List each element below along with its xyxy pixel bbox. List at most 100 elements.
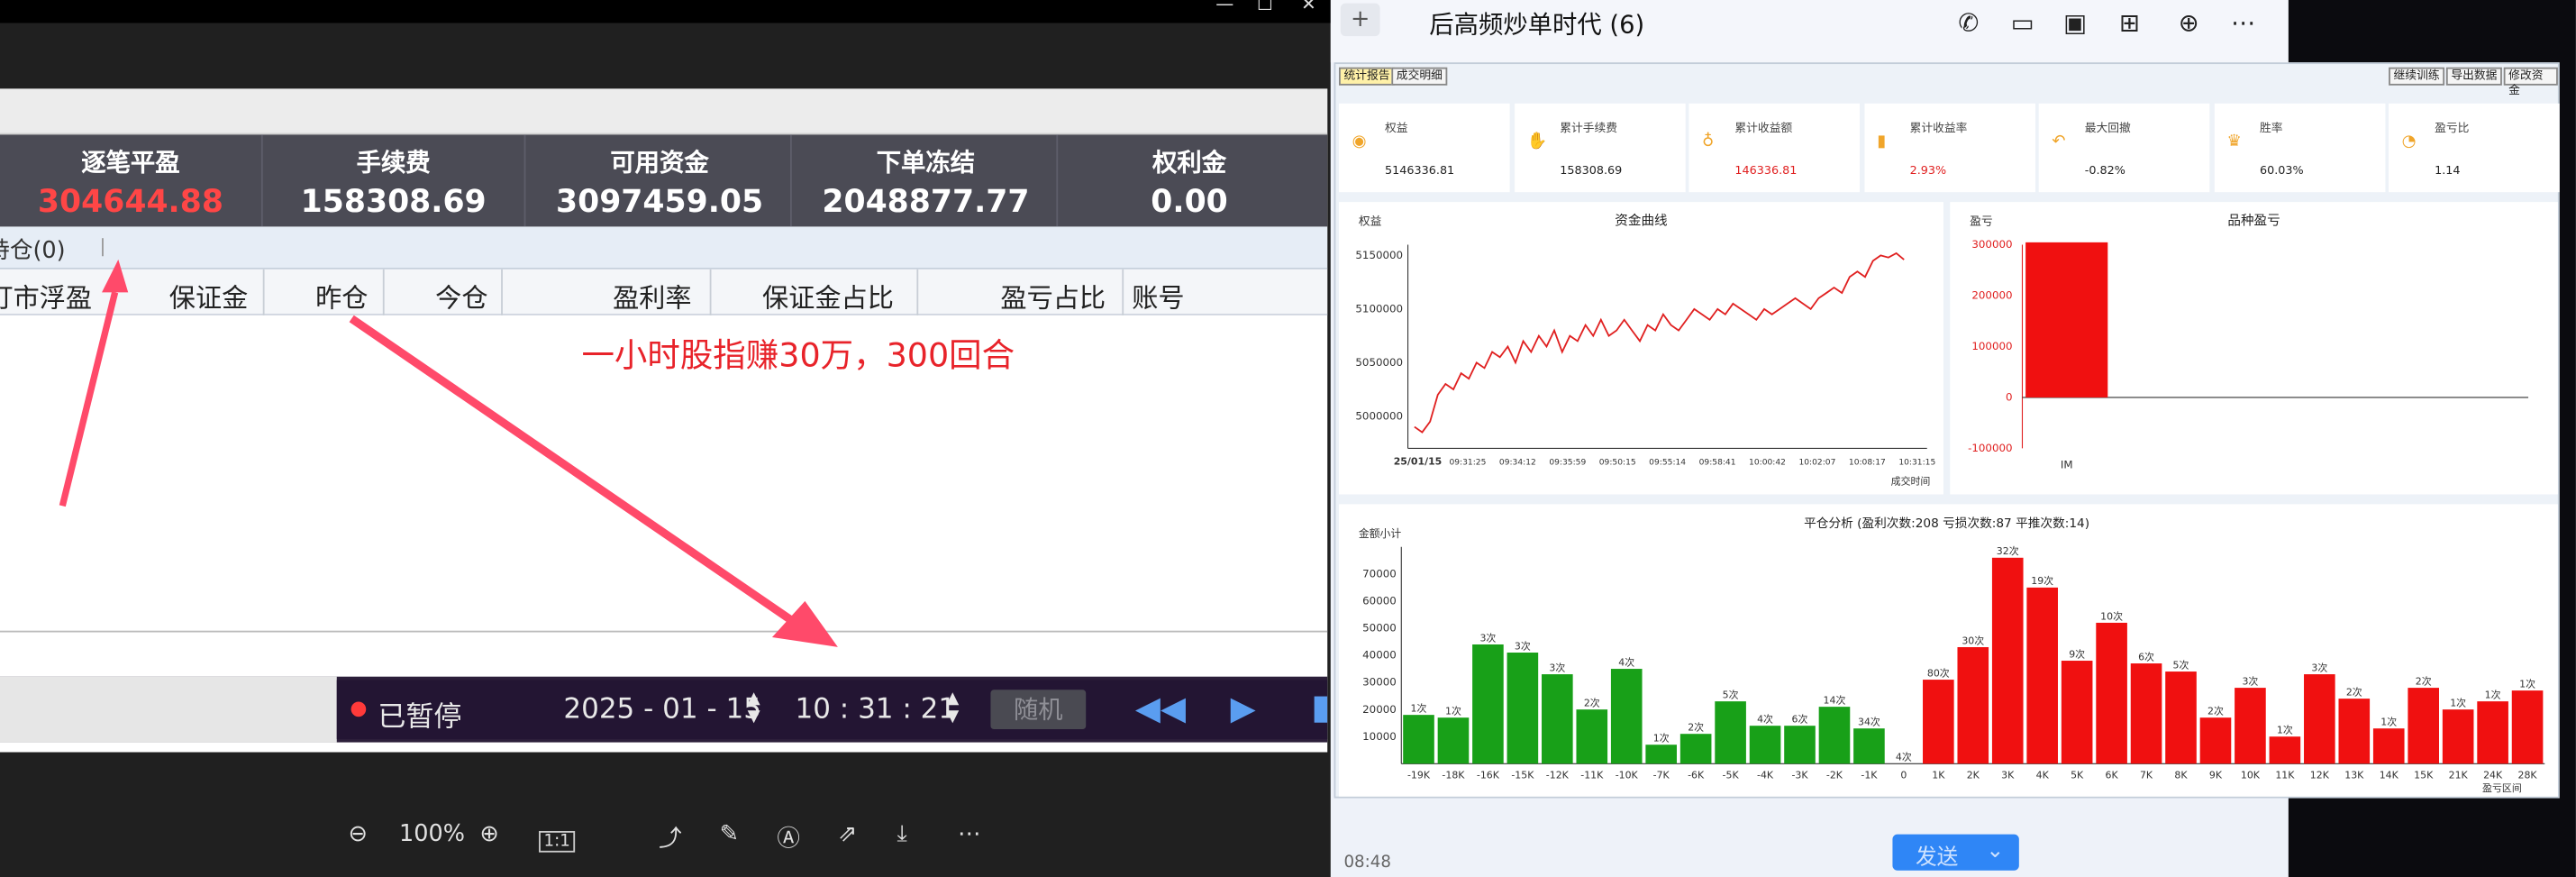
x-tick-label: 09:35:59: [1549, 459, 1586, 468]
video-icon[interactable]: ▭: [2011, 8, 2034, 38]
stat-card-label: 累计手续费: [1560, 121, 1618, 135]
bar--1K: [1853, 728, 1885, 764]
bar--3K: [1784, 726, 1816, 764]
bar-data-label: 3次: [1515, 639, 1531, 652]
stat-order-frozen: 下单冻结 2048877.77: [795, 134, 1059, 227]
col-margin-ratio[interactable]: 保证金占比: [762, 276, 894, 315]
col-margin[interactable]: 保证金: [169, 276, 249, 315]
modify-funds-button[interactable]: 修改资金: [2503, 67, 2558, 97]
bar-data-label: 4次: [1896, 751, 1912, 763]
category-label: 12K: [2310, 770, 2330, 781]
category-label: 10K: [2241, 770, 2261, 781]
chart-title: 资金曲线: [1615, 214, 1668, 229]
bar-24K: [2477, 701, 2508, 764]
bar-data-label: 5次: [2173, 658, 2189, 671]
stat-value: 0.00: [1151, 184, 1228, 221]
bar-data-label: 2次: [2416, 674, 2432, 687]
category-label: 7K: [2140, 770, 2153, 781]
col-pnl-ratio[interactable]: 盈亏占比: [1000, 276, 1106, 315]
stat-premium: 权利金 0.00: [1058, 134, 1321, 226]
stat-label: 手续费: [356, 147, 431, 178]
stat-card: ♛ 胜率 60.03%: [2213, 103, 2385, 193]
tab-positions[interactable]: 持仓(0): [0, 233, 66, 266]
stat-card: ▮ 累计收益率 2.93%: [1863, 103, 2035, 193]
y-tick-label: 100000: [1971, 340, 2012, 352]
text-recognition-icon[interactable]: Ⓐ: [777, 821, 800, 854]
undo-arrow-icon: ↶: [2052, 132, 2066, 151]
col-mark-pnl[interactable]: 盯市浮盈: [0, 276, 92, 315]
col-today[interactable]: 今仓: [435, 276, 487, 315]
message-time: 08:48: [1343, 854, 1392, 872]
random-button[interactable]: 随机: [990, 690, 1087, 730]
bar-data-label: 1次: [2485, 688, 2501, 700]
bar--10K: [1610, 669, 1643, 764]
rewind-icon[interactable]: ◀◀: [1135, 688, 1186, 727]
stat-card-value: 1.14: [2435, 164, 2461, 178]
bar-data-label: 2次: [2207, 705, 2224, 717]
playback-status: 已暂停: [378, 701, 462, 735]
add-member-icon[interactable]: ⊕: [2179, 8, 2199, 38]
send-button[interactable]: 发送 ⌄: [1892, 834, 2019, 871]
more-icon[interactable]: ⋯: [958, 821, 981, 847]
date-spinner-icon[interactable]: ▲ ▼: [748, 690, 760, 726]
account-stats-bar: 逐笔平盈 304644.88 手续费 158308.69 可用资金 309745…: [0, 134, 1328, 227]
rotate-icon[interactable]: ⤴: [659, 821, 682, 854]
time-spinner-icon[interactable]: ▲ ▼: [946, 690, 959, 726]
more-options-icon[interactable]: ⋯: [2231, 8, 2255, 38]
stat-card: ◔ 盈亏比 1.14: [2389, 103, 2560, 193]
x-tick-label: 10:08:17: [1849, 459, 1886, 468]
download-icon[interactable]: ⤓: [897, 821, 907, 847]
share-icon[interactable]: ⇗: [838, 821, 857, 847]
play-icon[interactable]: ▶: [1231, 688, 1256, 727]
apps-icon[interactable]: ⊞: [2119, 8, 2140, 38]
col-profit-rate[interactable]: 盈利率: [613, 276, 692, 315]
bar-2K: [1957, 646, 1989, 764]
bar-chart-icon: ▮: [1877, 132, 1887, 151]
tab-trade-details[interactable]: 成交明细: [1391, 67, 1448, 86]
export-data-button[interactable]: 导出数据: [2445, 67, 2502, 86]
zoom-in-icon[interactable]: ⊕: [479, 821, 498, 847]
maximize-icon[interactable]: ☐: [1257, 0, 1273, 14]
close-icon[interactable]: ✕: [1301, 0, 1316, 14]
category-label: -6K: [1688, 770, 1705, 781]
bar-data-label: 4次: [1618, 655, 1634, 668]
bar-data-label: 6次: [1792, 713, 1808, 726]
y-tick-label: 5100000: [1355, 302, 1403, 315]
stat-card-label: 累计收益率: [1909, 121, 1968, 135]
minimize-icon[interactable]: —: [1215, 0, 1233, 14]
actual-size-button[interactable]: 1:1: [539, 830, 576, 853]
tab-stats-report[interactable]: 统计报告: [1338, 67, 1395, 86]
stat-card-value: 5146336.81: [1385, 164, 1455, 178]
zoom-out-icon[interactable]: ⊖: [349, 821, 368, 847]
x-axis-label: 盈亏区间: [2482, 782, 2522, 794]
time-field[interactable]: 10 : 31 : 21: [795, 693, 956, 726]
stat-value: 3097459.05: [555, 184, 764, 221]
x-tick-label: 10:00:42: [1749, 459, 1786, 468]
add-button[interactable]: +: [1340, 3, 1380, 37]
category-label: 13K: [2344, 770, 2364, 781]
date-field[interactable]: 2025 - 01 - 15: [563, 693, 761, 726]
stat-card-label: 最大回撤: [2084, 121, 2131, 135]
bar-data-label: 4次: [1757, 713, 1773, 726]
bar-data-label: 30次: [1962, 634, 1984, 646]
stop-icon[interactable]: [1314, 696, 1328, 723]
col-account[interactable]: 账号: [1132, 276, 1184, 315]
x-tick-label: 09:55:14: [1649, 459, 1686, 468]
bar-data-label: 3次: [2242, 674, 2258, 687]
col-yesterday[interactable]: 昨仓: [315, 276, 368, 315]
y-tick-label: 50000: [1362, 622, 1397, 635]
category-label: 1K: [1932, 770, 1945, 781]
category-label: -5K: [1723, 770, 1740, 781]
category-label: 14K: [2380, 770, 2399, 781]
phone-icon[interactable]: ✆: [1958, 8, 1979, 38]
chevron-down-icon[interactable]: ⌄: [1986, 839, 2004, 863]
edit-icon[interactable]: ✎: [720, 821, 739, 847]
continue-training-button[interactable]: 继续训练: [2389, 67, 2445, 86]
bar-data-label: 1次: [1653, 732, 1670, 745]
screen-share-icon[interactable]: ▣: [2063, 8, 2087, 38]
col-divider: [262, 269, 265, 315]
stat-card-label: 盈亏比: [2435, 121, 2470, 135]
x-tick-label: 09:50:15: [1599, 459, 1636, 468]
bar-data-label: 2次: [1584, 697, 1600, 709]
category-label: 3K: [2001, 770, 2015, 781]
